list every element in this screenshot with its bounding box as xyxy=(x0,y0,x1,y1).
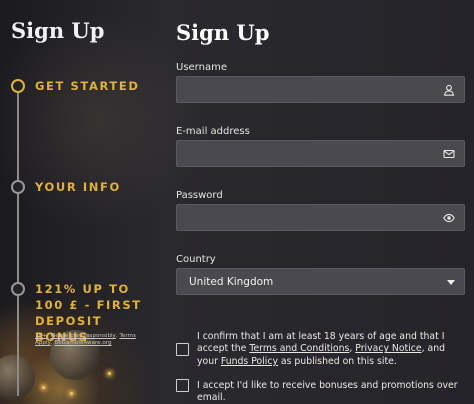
user-icon xyxy=(443,84,455,96)
email-input[interactable] xyxy=(176,140,465,167)
eye-icon[interactable] xyxy=(443,212,455,224)
username-label: Username xyxy=(176,62,227,73)
chevron-down-icon xyxy=(447,280,455,285)
decorative-sparkle xyxy=(108,372,111,375)
step-indicator-your-info xyxy=(11,180,25,194)
terms-and-conditions-link[interactable]: Terms and Conditions xyxy=(249,343,349,354)
consent-text: as published on this site. xyxy=(277,355,397,367)
signup-steps-panel: Sign Up GET STARTED YOUR INFO 121% UP TO… xyxy=(0,0,160,404)
username-input[interactable] xyxy=(176,76,465,103)
privacy-notice-link[interactable]: Privacy Notice xyxy=(355,343,421,354)
bonus-disclaimer: 18+, Please play responsibly, Terms Appl… xyxy=(35,333,145,348)
form-title: Sign Up xyxy=(176,20,270,45)
decorative-sparkle xyxy=(70,392,73,395)
decorative-sparkle xyxy=(42,386,45,389)
password-input[interactable] xyxy=(176,204,465,231)
password-label: Password xyxy=(176,190,223,201)
step-indicator-bonus xyxy=(11,282,25,296)
begambleaware-link[interactable]: BeGambleAware.org xyxy=(54,340,111,346)
responsible-play-link[interactable]: Please play responsibly xyxy=(50,333,116,339)
step-progress-line xyxy=(17,86,19,396)
age-terms-text: I confirm that I am at least 18 years of… xyxy=(197,331,465,368)
age-terms-checkbox[interactable] xyxy=(176,343,189,356)
country-label: Country xyxy=(176,254,216,265)
age-limit-text: 18+ xyxy=(35,333,47,339)
bonus-line-2: 100 £ - FIRST xyxy=(35,298,142,312)
sidebar-title: Sign Up xyxy=(11,18,105,43)
bonus-line-1: 121% UP TO xyxy=(35,282,130,296)
mail-icon xyxy=(443,149,455,159)
country-select[interactable]: United Kingdom xyxy=(176,268,465,295)
bonus-email-checkbox[interactable] xyxy=(176,379,189,392)
step-label-your-info: YOUR INFO xyxy=(35,180,121,194)
step-label-get-started: GET STARTED xyxy=(35,79,140,93)
step-indicator-get-started xyxy=(11,79,25,93)
bonus-email-text: I accept I'd like to receive bonuses and… xyxy=(197,380,458,404)
country-selected-value: United Kingdom xyxy=(189,276,274,288)
email-label: E-mail address xyxy=(176,126,250,137)
funds-policy-link[interactable]: Funds Policy xyxy=(221,356,278,367)
